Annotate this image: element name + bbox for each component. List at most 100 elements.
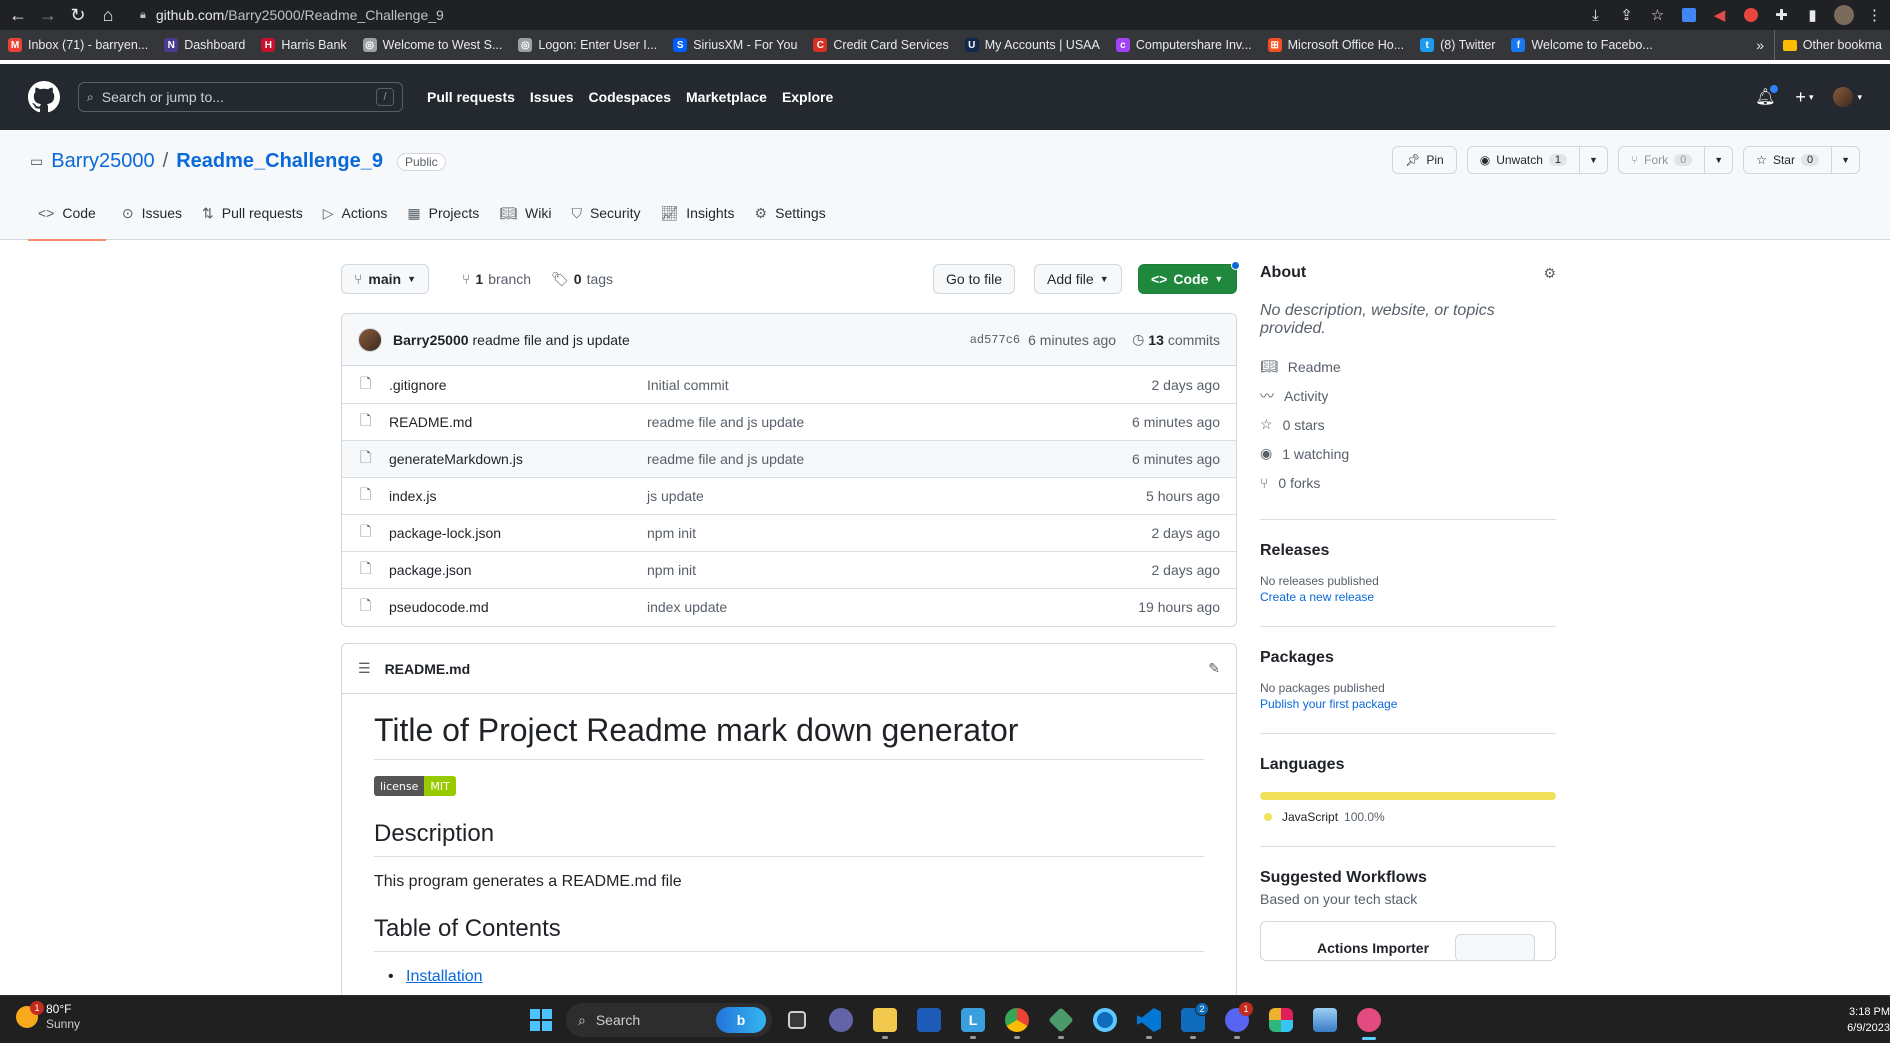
create-new-plus-icon[interactable]: + ▾ (1795, 87, 1813, 108)
bookmark-item[interactable]: c Computershare Inv... (1108, 30, 1260, 60)
chat-icon[interactable] (822, 1000, 860, 1040)
chrome-icon[interactable] (998, 1000, 1036, 1040)
about-activity[interactable]: 〰 Activity (1260, 381, 1556, 410)
tab-pull-requests[interactable]: ⇅ Pull requests (192, 186, 313, 240)
address-bar[interactable]: 🔒︎ github.com/Barry25000/Readme_Challeng… (140, 3, 1585, 27)
file-explorer-icon[interactable] (866, 1000, 904, 1040)
bookmark-item[interactable]: t (8) Twitter (1412, 30, 1503, 60)
nav-pull-requests[interactable]: Pull requests (427, 89, 515, 105)
branch-select-button[interactable]: ⑂ main ▼ (341, 264, 430, 294)
bookmark-star-icon[interactable]: ☆ (1642, 0, 1673, 30)
language-item[interactable]: JavaScript 100.0% (1260, 810, 1556, 824)
nav-issues[interactable]: Issues (530, 89, 574, 105)
outlook-icon[interactable]: 2 (1174, 1000, 1212, 1040)
fork-dropdown-button[interactable]: ▼ (1705, 146, 1734, 174)
reload-icon[interactable]: ↻ (63, 0, 93, 30)
file-name-link[interactable]: index.js (389, 488, 436, 504)
slack-icon[interactable] (1262, 1000, 1300, 1040)
nav-codespaces[interactable]: Codespaces (589, 89, 671, 105)
back-arrow-icon[interactable]: ← (3, 0, 33, 30)
extension-red-icon[interactable] (1735, 0, 1766, 30)
code-button[interactable]: <> Code ▼ (1138, 261, 1240, 294)
git-icon[interactable] (1042, 1000, 1080, 1040)
menu-dots-icon[interactable]: ⋮ (1859, 0, 1890, 30)
file-commit-message[interactable]: npm init (647, 525, 696, 541)
file-row[interactable]: 🗋︎ generateMarkdown.js readme file and js … (342, 440, 1236, 477)
tab-actions[interactable]: ▷ Actions (313, 186, 398, 240)
readme-filename[interactable]: README.md (385, 661, 471, 677)
commit-author-avatar[interactable] (358, 327, 382, 352)
about-watching[interactable]: ◉ 1 watching (1260, 439, 1556, 468)
file-row[interactable]: 🗋︎ README.md readme file and js update 6 mi… (342, 403, 1236, 440)
file-name-link[interactable]: generateMarkdown.js (389, 451, 523, 467)
user-avatar[interactable]: ▾ (1833, 87, 1862, 107)
photos-icon[interactable] (1306, 1000, 1344, 1040)
gear-icon[interactable]: ⚙ (1543, 265, 1556, 282)
toc-link-installation[interactable]: Installation (374, 968, 1204, 986)
file-row[interactable]: 🗋︎ .gitignore Initial commit 2 days ago (342, 366, 1236, 403)
nav-explore[interactable]: Explore (782, 89, 833, 105)
outline-list-icon[interactable]: ☰ (358, 660, 371, 677)
about-stars[interactable]: ☆ 0 stars (1260, 410, 1556, 439)
taskbar-search[interactable]: ⌕ Search b (566, 1003, 772, 1037)
file-name-link[interactable]: .gitignore (389, 377, 447, 393)
extension-shield-icon[interactable] (1673, 0, 1704, 30)
tab-issues[interactable]: ⊙ Issues (112, 186, 192, 240)
publish-package-link[interactable]: Publish your first package (1260, 697, 1397, 711)
file-name-link[interactable]: README.md (389, 414, 472, 430)
bookmark-item[interactable]: H Harris Bank (253, 30, 354, 60)
file-row[interactable]: 🗋︎ package.json npm init 2 days ago (342, 551, 1236, 588)
extension-arrow-icon[interactable]: ◀ (1704, 0, 1735, 30)
bookmark-item[interactable]: f Welcome to Facebo... (1503, 30, 1660, 60)
side-panel-icon[interactable]: ▮ (1797, 0, 1828, 30)
workflow-configure-button[interactable] (1455, 934, 1535, 960)
star-button[interactable]: ☆ Star 0 (1743, 146, 1833, 174)
windows-start-icon[interactable] (522, 1000, 560, 1040)
tab-projects[interactable]: ▦ Projects (397, 186, 489, 240)
file-row[interactable]: 🗋︎ index.js js update 5 hours ago (342, 477, 1236, 514)
bookmark-item[interactable]: ⊞ Microsoft Office Ho... (1260, 30, 1412, 60)
file-commit-message[interactable]: Initial commit (647, 377, 729, 393)
tab-insights[interactable]: 📈︎ Insights (651, 186, 745, 240)
file-commit-message[interactable]: npm init (647, 562, 696, 578)
profile-avatar[interactable] (1828, 0, 1859, 30)
tags-link[interactable]: 🏷︎ 0 tags (551, 264, 613, 294)
snipping-tool-icon[interactable] (1350, 1000, 1388, 1040)
file-commit-message[interactable]: index update (647, 599, 727, 615)
bookmark-item[interactable]: C Credit Card Services (805, 30, 956, 60)
file-row[interactable]: 🗋︎ package-lock.json npm init 2 days ago (342, 514, 1236, 551)
create-release-link[interactable]: Create a new release (1260, 590, 1374, 604)
vscode-icon[interactable] (1130, 1000, 1168, 1040)
file-name-link[interactable]: package-lock.json (389, 525, 501, 541)
other-bookmarks[interactable]: Other bookma (1773, 30, 1890, 60)
file-commit-message[interactable]: readme file and js update (647, 414, 804, 430)
file-commit-message[interactable]: readme file and js update (647, 451, 804, 467)
bookmark-item[interactable]: U My Accounts | USAA (957, 30, 1108, 60)
branches-link[interactable]: ⑂ 1 branch (462, 264, 531, 294)
bookmark-item[interactable]: ◎ Welcome to West S... (355, 30, 511, 60)
file-commit-message[interactable]: js update (647, 488, 704, 504)
bookmark-item[interactable]: M Inbox (71) - barryen... (0, 30, 156, 60)
cortana-icon[interactable] (1086, 1000, 1124, 1040)
bookmark-item[interactable]: N Dashboard (156, 30, 253, 60)
file-name-link[interactable]: package.json (389, 562, 472, 578)
bookmarks-overflow-chevron[interactable]: » (1756, 30, 1764, 60)
tab-wiki[interactable]: 📖︎ Wiki (489, 186, 561, 240)
extensions-puzzle-icon[interactable]: ✚ (1766, 0, 1797, 30)
commits-history-link[interactable]: ◷ 13 commits (1132, 331, 1220, 348)
file-row[interactable]: 🗋︎ pseudocode.md index update 19 hours ago (342, 588, 1236, 625)
bookmark-item[interactable]: ◎ Logon: Enter User I... (510, 30, 665, 60)
github-logo-icon[interactable] (28, 81, 60, 113)
store-icon[interactable] (910, 1000, 948, 1040)
bookmark-item[interactable]: S SiriusXM - For You (665, 30, 805, 60)
task-view-icon[interactable] (778, 1000, 816, 1040)
repo-name-link[interactable]: Readme_Challenge_9 (176, 150, 383, 173)
edit-pencil-icon[interactable]: ✎ (1208, 660, 1220, 677)
watch-dropdown-button[interactable]: ▼ (1580, 146, 1608, 174)
install-app-icon[interactable]: ⤓ (1580, 0, 1611, 30)
nav-marketplace[interactable]: Marketplace (686, 89, 767, 105)
search-input[interactable]: ⌕ Search or jump to... / (78, 82, 403, 112)
add-file-button[interactable]: Add file ▼ (1034, 264, 1122, 294)
star-dropdown-button[interactable]: ▼ (1832, 146, 1860, 174)
workflow-card[interactable]: Actions Importer (1260, 921, 1556, 961)
